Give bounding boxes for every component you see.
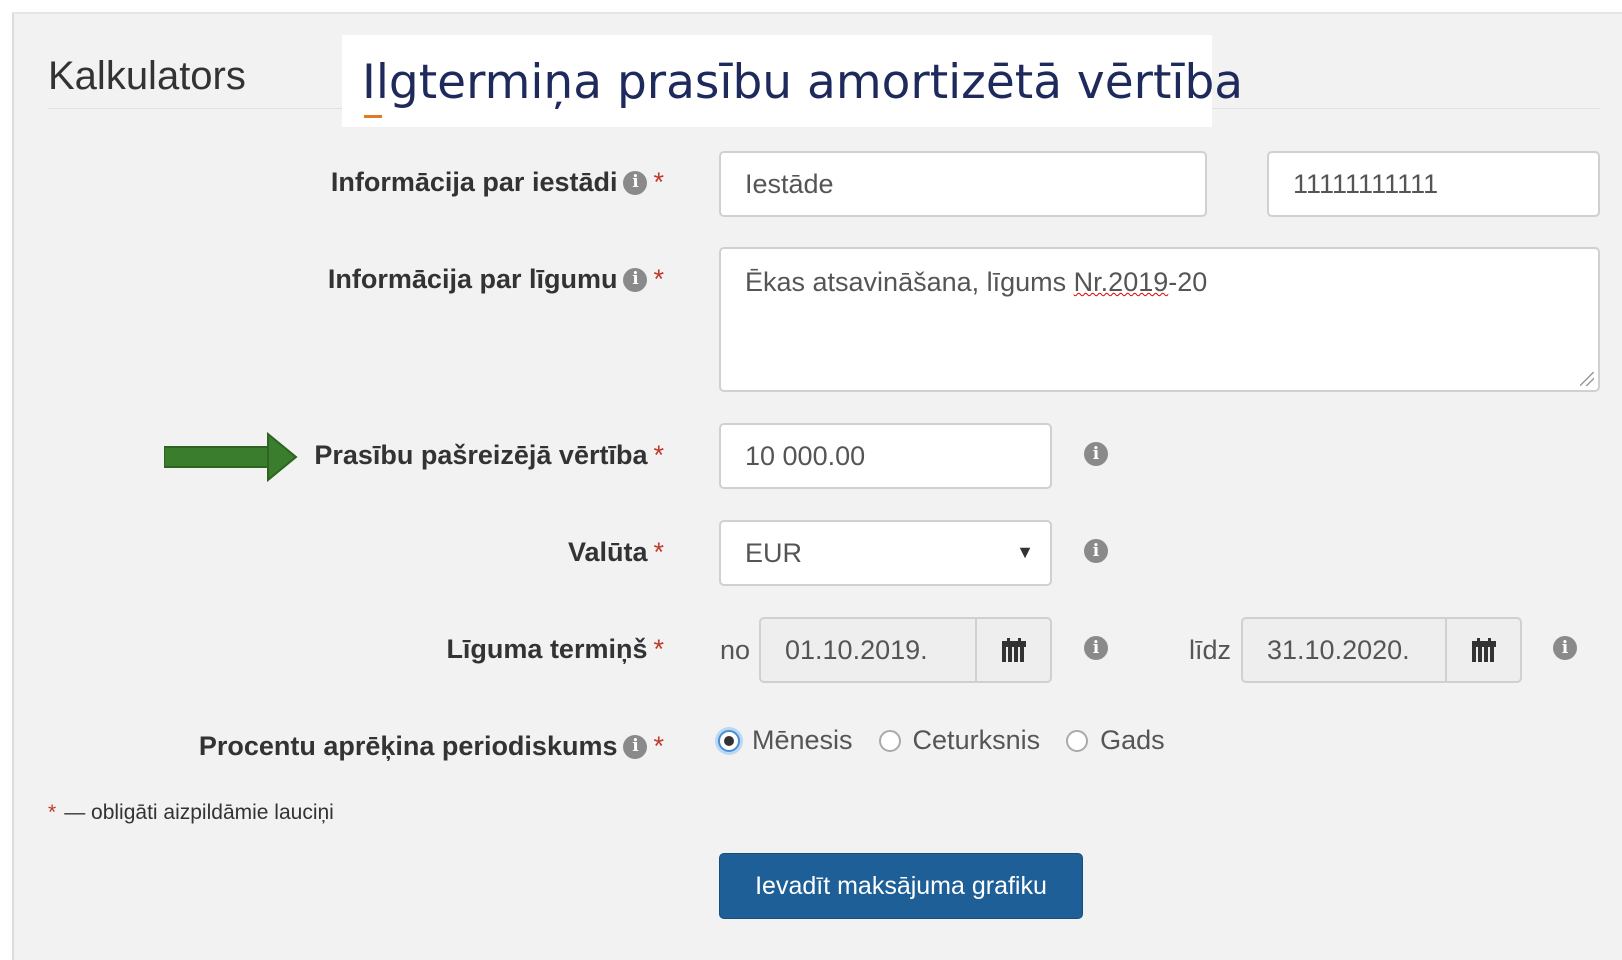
to-date-calendar-button[interactable]: [1445, 617, 1522, 683]
radio-yearly[interactable]: Gads: [1066, 725, 1165, 756]
currency-select[interactable]: EUR ▼: [719, 520, 1052, 586]
radio-button[interactable]: [878, 729, 901, 752]
required-footnote: * — obligāti aizpildāmie lauciņi: [48, 801, 334, 825]
term-label-text: Līguma termiņš: [446, 634, 648, 664]
overlay-underline: [364, 115, 382, 118]
currency-label-text: Valūta: [567, 537, 648, 567]
institution-reg-number-input[interactable]: 11111111111: [1267, 151, 1600, 217]
currency-selected-value: EUR: [745, 537, 803, 568]
required-mark: *: [653, 537, 664, 567]
required-mark: *: [653, 264, 664, 294]
calendar-icon: [1001, 638, 1026, 662]
panel-title: Kalkulators: [48, 54, 246, 98]
required-mark: *: [653, 731, 664, 761]
contract-textarea[interactable]: Ēkas atsavināšana, līgums Nr.2019-20: [719, 247, 1600, 392]
required-footnote-text: — obligāti aizpildāmie lauciņi: [64, 801, 334, 824]
contract-value-misspelled: Nr.2019: [1073, 267, 1169, 297]
term-label: Līguma termiņš *: [446, 634, 664, 665]
periodicity-label: Procentu aprēķina periodiskums i *: [199, 731, 664, 762]
institution-label: Informācija par iestādi i *: [331, 167, 664, 198]
chevron-down-icon: ▼: [1016, 542, 1034, 562]
contract-label: Informācija par līgumu i *: [328, 264, 664, 295]
present-value-label-text: Prasību pašreizējā vērtība: [314, 440, 648, 470]
present-value-value: 10 000.00: [745, 440, 866, 471]
radio-monthly-label: Mēnesis: [752, 725, 853, 755]
institution-reg-number-value: 11111111111: [1293, 168, 1439, 199]
present-value-input[interactable]: 10 000.00: [719, 423, 1052, 489]
radio-monthly[interactable]: Mēnesis: [718, 725, 853, 756]
contract-label-text: Informācija par līgumu: [327, 264, 618, 294]
submit-payment-schedule-button[interactable]: Ievadīt maksājuma grafiku: [719, 853, 1083, 919]
term-to-date-input[interactable]: 31.10.2020.: [1241, 617, 1447, 683]
contract-value-prefix: Ēkas atsavināšana, līgums: [745, 267, 1074, 297]
info-icon[interactable]: i: [623, 267, 648, 292]
title-overlay: Ilgtermiņa prasību amortizētā vērtība: [342, 35, 1243, 127]
calendar-icon: [1471, 638, 1496, 662]
radio-quarterly-label: Ceturksnis: [912, 725, 1041, 755]
overlay-title: Ilgtermiņa prasību amortizētā vērtība: [362, 55, 1244, 110]
term-to-date-value: 31.10.2020.: [1267, 634, 1410, 665]
term-to-label: līdz: [1189, 635, 1232, 665]
arrow-right-icon: [164, 432, 298, 482]
radio-button-checked[interactable]: [718, 729, 740, 752]
from-date-calendar-button[interactable]: [975, 617, 1052, 683]
info-icon[interactable]: i: [1084, 636, 1108, 660]
currency-label: Valūta *: [568, 537, 664, 568]
institution-name-input[interactable]: Iestāde: [719, 151, 1207, 217]
contract-value: Ēkas atsavināšana, līgums Nr.2019-20: [745, 267, 1207, 298]
info-icon[interactable]: i: [1084, 539, 1108, 563]
periodicity-radio-group: Mēnesis Ceturksnis Gads: [718, 725, 1191, 756]
term-from-date-input[interactable]: 01.10.2019.: [759, 617, 977, 683]
info-icon[interactable]: i: [623, 734, 648, 759]
required-mark: *: [653, 440, 664, 470]
radio-yearly-label: Gads: [1100, 725, 1165, 755]
institution-label-text: Informācija par iestādi: [330, 167, 618, 197]
info-icon[interactable]: i: [1553, 636, 1577, 660]
required-mark: *: [48, 801, 57, 824]
info-icon[interactable]: i: [1084, 442, 1108, 466]
info-icon[interactable]: i: [623, 170, 648, 195]
required-mark: *: [653, 167, 664, 197]
periodicity-label-text: Procentu aprēķina periodiskums: [198, 731, 618, 761]
term-from-date-value: 01.10.2019.: [785, 634, 928, 665]
contract-value-suffix: -20: [1168, 267, 1208, 297]
radio-quarterly[interactable]: Ceturksnis: [878, 725, 1041, 756]
radio-button[interactable]: [1066, 729, 1089, 752]
required-mark: *: [653, 634, 664, 664]
institution-name-value: Iestāde: [745, 168, 834, 199]
resize-handle[interactable]: [1580, 372, 1594, 386]
present-value-label: Prasību pašreizējā vērtība *: [314, 440, 664, 471]
term-from-label: no: [720, 635, 751, 665]
